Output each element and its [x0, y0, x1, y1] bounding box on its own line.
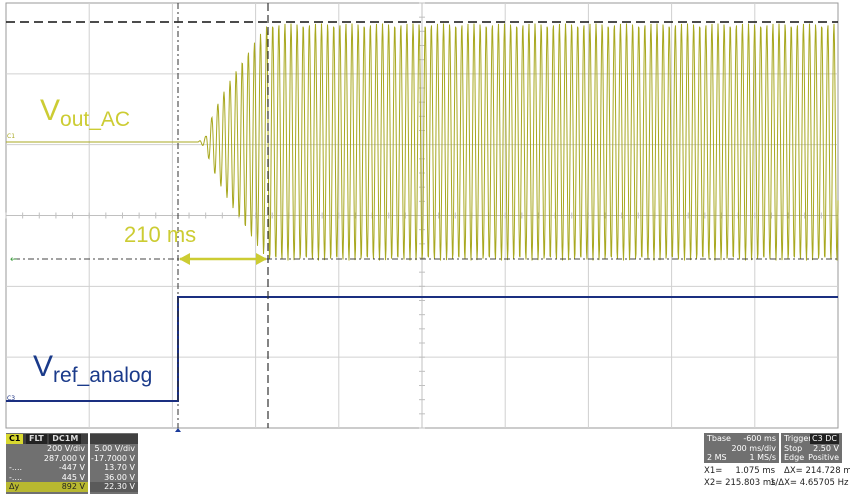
- lower-level-arrow: ←: [10, 255, 18, 265]
- channel-3-m3: 22.30 V: [104, 482, 135, 491]
- channel-1-m2: 445 V: [61, 472, 85, 482]
- channel-1-panel[interactable]: C1 FLT DC1M 200 V/div 287.000 V -.... -44…: [6, 433, 88, 494]
- timebase-scale: 200 ms/div: [731, 443, 776, 453]
- trigger-position-marker: [175, 428, 181, 432]
- cursor-x2-readout: X2= 215.803 ms: [704, 478, 776, 488]
- channel-1-m1: -447 V: [58, 463, 85, 472]
- channel-3-m2: 36.00 V: [104, 472, 135, 482]
- trigger-mode: Stop: [784, 443, 803, 453]
- channel-1-m3: 892 V: [61, 482, 85, 491]
- cursor-x1-readout: X1= 1.075 ms: [704, 466, 776, 476]
- trigger-slope: Positive: [808, 453, 839, 462]
- timebase-rate: 1 MS/s: [749, 453, 776, 462]
- channel-1-scale: 200 V/div: [46, 444, 85, 453]
- channel-3-scale: 5.00 V/div: [94, 444, 135, 453]
- trigger-label: Trigger: [784, 434, 812, 443]
- timebase-offset: -600 ms: [743, 434, 776, 443]
- ch3-marker: C3: [7, 395, 15, 402]
- cursor-dx-readout: ΔX= 214.728 ms: [784, 466, 850, 476]
- delay-annotation: 210 ms: [124, 222, 197, 247]
- vref-label: Vref_analog: [33, 350, 153, 387]
- timebase-panel[interactable]: Tbase -600 ms 200 ms/div 2 MS 1 MS/s: [704, 433, 779, 463]
- channel-3-m1: 13.70 V: [104, 463, 135, 472]
- trigger-panel[interactable]: Trigger C3 DC Stop 2.50 V Edge Positive: [781, 433, 842, 463]
- timebase-label: Tbase: [707, 434, 731, 443]
- channel-1-tag-coupling: DC1M: [49, 434, 82, 444]
- channel-1-tag-filter: FLT: [25, 434, 47, 444]
- oscilloscope-screen: C1 C3 ←: [5, 2, 839, 432]
- channel-1-m1-label: -....: [9, 463, 23, 472]
- vout-label: Vout_AC: [40, 94, 131, 131]
- trigger-level: 2.50 V: [813, 443, 839, 453]
- ch1-marker: C1: [7, 133, 15, 140]
- cursor-inv-readout: 1/ΔX= 4.65705 Hz: [770, 478, 849, 488]
- channel-1-m3-label: Δy: [9, 482, 20, 491]
- channel-1-offset: 287.000 V: [43, 453, 85, 463]
- channel-3-panel[interactable]: 5.00 V/div -17.7000 V 13.70 V 36.00 V 22…: [90, 433, 138, 494]
- trigger-channel: C3 DC: [810, 434, 839, 444]
- channel-1-m2-label: -....: [9, 472, 23, 482]
- channel-1-name: C1: [6, 434, 24, 444]
- trigger-type: Edge: [784, 453, 805, 462]
- timebase-memory: 2 MS: [707, 453, 727, 462]
- channel-3-offset: -17.7000 V: [91, 453, 135, 463]
